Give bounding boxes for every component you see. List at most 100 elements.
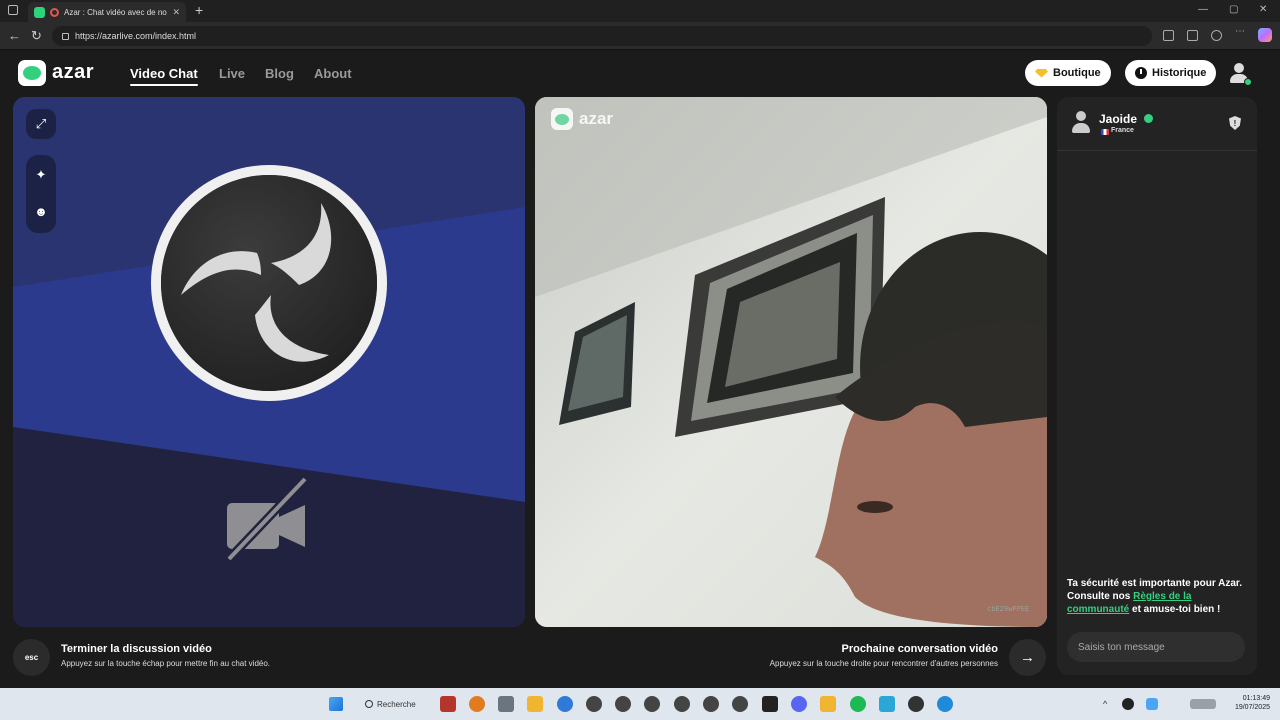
search-icon: [365, 700, 373, 708]
azar-favicon-icon: [34, 6, 45, 18]
more-icon[interactable]: ⋯: [1235, 26, 1246, 37]
sparkle-icon: ✦: [35, 167, 47, 182]
obs-app-icon[interactable]: [615, 696, 631, 712]
clock-time: 01:13:49: [1242, 695, 1270, 702]
copilot-icon[interactable]: [1258, 28, 1272, 42]
end-chat-title: Terminer la discussion vidéo: [61, 643, 212, 655]
browser-tab-bar: Azar : Chat vidéo avec de nouv ✕ + — ▢ ✕: [0, 0, 1280, 22]
safety-message: Ta sécurité est importante pour Azar. Co…: [1067, 577, 1249, 616]
france-flag-icon: [1101, 129, 1109, 135]
nav-live[interactable]: Live: [219, 66, 245, 81]
browser-app-icon[interactable]: [557, 696, 573, 712]
boutique-label: Boutique: [1053, 67, 1101, 79]
tray-chevron-icon[interactable]: ^: [1103, 699, 1107, 709]
boutique-button[interactable]: Boutique: [1025, 60, 1111, 86]
effects-button[interactable]: ✦: [26, 160, 56, 190]
clock-icon: [1135, 67, 1147, 79]
arrow-right-icon: →: [1020, 649, 1035, 666]
favorites-icon[interactable]: [1187, 30, 1198, 41]
taskbar-app-icon[interactable]: [498, 696, 514, 712]
system-clock[interactable]: 01:13:49 19/07/2025: [1226, 694, 1270, 712]
chat-header: Jaoide France !: [1057, 97, 1257, 151]
tray-app-icon[interactable]: [1146, 698, 1158, 710]
nav-video-chat[interactable]: Video Chat: [130, 66, 198, 81]
lock-icon: [62, 32, 69, 40]
maximize-button[interactable]: ▢: [1229, 4, 1238, 15]
my-camera-panel: ⤢ ✦ ☻: [13, 97, 525, 627]
nav-active-underline: [130, 84, 198, 86]
partner-video-feed: [535, 97, 1047, 627]
taskbar-app-icon[interactable]: [820, 696, 836, 712]
report-icon: !: [1233, 118, 1237, 128]
gem-icon: [1035, 68, 1048, 78]
network-volume-icon[interactable]: [1190, 699, 1216, 709]
reload-icon[interactable]: ↻: [31, 28, 42, 44]
browser-tab-azar[interactable]: Azar : Chat vidéo avec de nouv ✕: [28, 2, 186, 22]
recording-icon: [50, 7, 59, 17]
minimize-button[interactable]: —: [1198, 4, 1208, 15]
expand-icon: ⤢: [35, 116, 47, 131]
browser-address-bar: ← ↻ https://azarlive.com/index.html ⋯: [0, 22, 1280, 50]
peer-country: France: [1111, 127, 1134, 134]
next-chat-title: Prochaine conversation vidéo: [841, 643, 999, 655]
windows-start-icon[interactable]: [329, 697, 343, 711]
end-chat-button[interactable]: esc: [13, 639, 50, 676]
spotify-icon[interactable]: [850, 696, 866, 712]
camera-off-icon: [225, 475, 309, 561]
next-chat-button[interactable]: →: [1009, 639, 1046, 676]
session-id: cbE29wPPEE: [987, 605, 1030, 613]
peer-avatar[interactable]: [1071, 111, 1091, 135]
edge-icon[interactable]: [937, 696, 953, 712]
discord-icon[interactable]: [791, 696, 807, 712]
new-tab-button[interactable]: +: [195, 2, 203, 18]
safety-suffix: et amuse-toi bien !: [1129, 604, 1221, 615]
obs-app-icon[interactable]: [674, 696, 690, 712]
nav-blog[interactable]: Blog: [265, 66, 294, 81]
azar-watermark-icon: [551, 108, 573, 130]
close-window-button[interactable]: ✕: [1259, 4, 1267, 15]
obs-app-icon[interactable]: [586, 696, 602, 712]
logo-text[interactable]: azar: [52, 61, 94, 84]
azar-logo-icon[interactable]: [18, 60, 46, 86]
profile-icon[interactable]: [1211, 30, 1222, 41]
fullscreen-button[interactable]: ⤢: [26, 109, 56, 139]
face-icon: ☻: [34, 203, 48, 219]
historique-label: Historique: [1152, 67, 1207, 79]
obs-app-icon[interactable]: [732, 696, 748, 712]
tab-actions-icon[interactable]: [8, 5, 18, 15]
nav-about[interactable]: About: [314, 66, 352, 81]
app-header: azar Video Chat Live Blog About Boutique…: [0, 50, 1280, 96]
report-shield-button[interactable]: !: [1229, 116, 1241, 130]
message-input[interactable]: [1067, 632, 1245, 662]
taskbar-app-icon[interactable]: [440, 696, 456, 712]
peer-name[interactable]: Jaoide: [1099, 112, 1137, 126]
search-label: Recherche: [377, 699, 416, 709]
obs-app-icon[interactable]: [644, 696, 660, 712]
obs-logo-icon: [151, 165, 387, 401]
chat-panel: Jaoide France ! Ta sécurité est importan…: [1057, 97, 1257, 675]
online-status-icon: [1244, 78, 1252, 86]
watermark-text: azar: [579, 109, 614, 128]
next-chat-subtitle: Appuyez sur la touche droite pour rencon…: [769, 659, 998, 668]
historique-button[interactable]: Historique: [1125, 60, 1217, 86]
taskbar-app-icon[interactable]: [762, 696, 778, 712]
tab-close-icon[interactable]: ✕: [172, 7, 180, 18]
extension-icon[interactable]: [1163, 30, 1174, 41]
tab-title: Azar : Chat vidéo avec de nouv: [64, 7, 168, 17]
user-avatar[interactable]: [1227, 61, 1252, 86]
taskbar: Recherche ^ 01:13:49 19/07/2025: [0, 688, 1280, 720]
esc-label: esc: [24, 653, 39, 662]
tray-app-icon[interactable]: [1122, 698, 1134, 710]
taskbar-app-icon[interactable]: [908, 696, 924, 712]
taskbar-app-icon[interactable]: [879, 696, 895, 712]
file-explorer-icon[interactable]: [527, 696, 543, 712]
url-field[interactable]: https://azarlive.com/index.html: [52, 26, 1152, 46]
obs-app-icon[interactable]: [703, 696, 719, 712]
taskbar-search[interactable]: Recherche: [357, 694, 425, 714]
end-chat-subtitle: Appuyez sur la touche échap pour mettre …: [61, 659, 271, 668]
url-text: https://azarlive.com/index.html: [75, 31, 197, 41]
partner-video-panel: azar cbE29wPPEE: [535, 97, 1047, 627]
back-icon[interactable]: ←: [8, 28, 21, 43]
face-filter-button[interactable]: ☻: [26, 196, 56, 226]
taskbar-app-icon[interactable]: [469, 696, 485, 712]
